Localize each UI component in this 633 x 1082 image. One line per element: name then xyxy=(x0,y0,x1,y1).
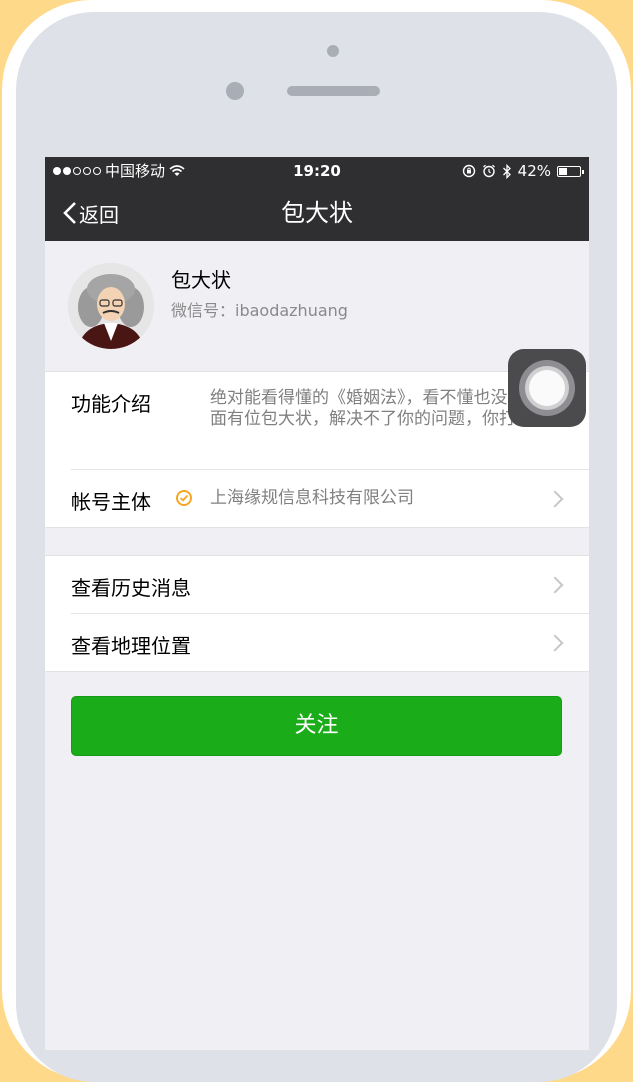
profile-header: 包大状 微信号：ibaodazhuang xyxy=(45,241,589,371)
bluetooth-icon xyxy=(502,163,511,179)
battery-icon xyxy=(557,165,584,177)
alarm-icon xyxy=(482,164,495,178)
actions-group: 查看历史消息 查看地理位置 xyxy=(45,555,589,672)
chevron-right-icon xyxy=(546,634,564,652)
chevron-right-icon xyxy=(546,576,564,594)
wechat-id: 微信号：ibaodazhuang xyxy=(171,301,348,320)
app-screen: 中国移动 19:20 42% 返回 包大状 包大状 微信号：ibaodazhua… xyxy=(45,157,589,1050)
assistive-touch-icon xyxy=(529,370,565,406)
navigation-bar: 返回 包大状 xyxy=(45,185,589,241)
avatar[interactable] xyxy=(68,263,154,349)
entity-value: 上海缘规信息科技有限公司 xyxy=(210,488,414,508)
follow-button[interactable]: 关注 xyxy=(71,696,562,756)
rotation-lock-icon xyxy=(462,164,475,178)
intro-label: 功能介绍 xyxy=(71,392,151,416)
history-row[interactable]: 查看历史消息 xyxy=(71,556,589,614)
lawyer-portrait-icon xyxy=(68,263,154,349)
location-row[interactable]: 查看地理位置 xyxy=(71,614,589,671)
status-right: 42% xyxy=(462,157,584,185)
verified-check-icon xyxy=(176,490,192,506)
status-bar: 中国移动 19:20 42% xyxy=(45,157,589,185)
front-camera xyxy=(327,45,339,57)
earpiece-speaker xyxy=(287,86,380,96)
chevron-right-icon xyxy=(546,490,564,508)
battery-percent: 42% xyxy=(517,162,551,180)
entity-row[interactable]: 帐号主体 上海缘规信息科技有限公司 xyxy=(71,470,589,527)
location-label: 查看地理位置 xyxy=(71,634,191,658)
page-title: 包大状 xyxy=(281,199,353,227)
assistive-touch-button[interactable] xyxy=(508,349,586,427)
entity-label: 帐号主体 xyxy=(71,490,151,514)
proximity-sensor xyxy=(226,82,244,100)
history-label: 查看历史消息 xyxy=(71,576,191,600)
account-name: 包大状 xyxy=(171,268,231,292)
